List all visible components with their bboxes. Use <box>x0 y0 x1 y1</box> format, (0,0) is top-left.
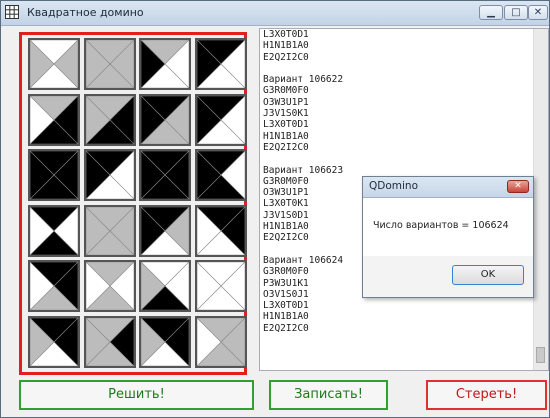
domino-tile[interactable] <box>28 93 80 146</box>
output-line: E2Q2I2C0 <box>263 141 309 153</box>
output-line: L3X0T0D1 <box>263 300 309 312</box>
output-line: H1N1B1A0 <box>263 130 309 142</box>
output-line: E2Q2I2C0 <box>263 232 309 244</box>
maximize-icon: □ <box>511 7 521 18</box>
dialog-close-button[interactable]: ✕ <box>507 180 529 193</box>
output-line: L3X0T0D1 <box>263 119 309 131</box>
domino-tile[interactable] <box>28 260 80 312</box>
domino-tile[interactable] <box>194 315 247 368</box>
output-line: P3W3U1K1 <box>263 277 309 289</box>
output-line: H1N1B1A0 <box>263 221 309 233</box>
domino-tile[interactable] <box>194 93 247 146</box>
close-icon: ✕ <box>514 181 522 191</box>
domino-tile[interactable] <box>194 204 247 257</box>
dialog-title-bar: QDomino ✕ <box>363 177 533 198</box>
output-line: O3W3U1P1 <box>263 187 309 199</box>
output-line: O3W3U1P1 <box>263 96 309 108</box>
output-line: E2Q2I2C0 <box>263 322 309 334</box>
domino-tile[interactable] <box>83 315 136 368</box>
ok-button[interactable]: OK <box>452 265 524 285</box>
output-line: L3X0T0K1 <box>263 198 309 210</box>
domino-tile[interactable] <box>139 93 191 146</box>
domino-tile[interactable] <box>194 38 247 90</box>
domino-tile[interactable] <box>83 93 136 146</box>
domino-tile[interactable] <box>83 38 136 90</box>
app-icon <box>5 5 19 19</box>
domino-tile[interactable] <box>28 204 80 257</box>
domino-tile[interactable] <box>28 315 80 368</box>
output-line: E2Q2I2C0 <box>263 51 309 63</box>
dialog-message: Число вариантов = 106624 <box>373 220 509 231</box>
write-button[interactable]: Записать! <box>269 380 388 410</box>
maximize-button[interactable]: □ <box>504 5 528 20</box>
domino-tile[interactable] <box>28 149 80 201</box>
message-dialog: QDomino ✕ Число вариантов = 106624 OK <box>362 176 534 298</box>
domino-tile[interactable] <box>83 260 136 312</box>
output-line: H1N1B1A0 <box>263 311 309 323</box>
output-line: Вариант 106624 <box>263 254 344 266</box>
domino-tile[interactable] <box>139 315 191 368</box>
close-icon: ✕ <box>533 7 543 18</box>
output-line: L3X0T0D1 <box>263 29 309 40</box>
results-lines: L3X0T0D1 H1N1B1A0 E2Q2I2C0 Вариант 106622 G… <box>263 29 343 334</box>
domino-tile[interactable] <box>28 38 80 90</box>
solve-button[interactable]: Решить! <box>19 380 254 410</box>
domino-board[interactable] <box>19 32 247 375</box>
output-line: Вариант 106622 <box>263 74 344 86</box>
window-title: Квадратное домино <box>27 6 144 19</box>
erase-button[interactable]: Стереть! <box>426 380 547 410</box>
dialog-body: Число вариантов = 106624 <box>363 198 533 256</box>
output-line: G3R0M0F0 <box>263 85 309 97</box>
output-line: J3V1S0D1 <box>263 209 309 221</box>
domino-tile[interactable] <box>139 38 191 90</box>
dialog-title: QDomino <box>369 180 418 192</box>
domino-tile[interactable] <box>139 260 191 312</box>
domino-tile[interactable] <box>139 204 191 257</box>
output-line: Вариант 106623 <box>263 164 344 176</box>
domino-tile[interactable] <box>194 260 247 312</box>
domino-tile[interactable] <box>83 204 136 257</box>
domino-tile[interactable] <box>194 149 247 201</box>
vertical-scrollbar[interactable] <box>533 29 548 370</box>
output-line: G3R0M0F0 <box>263 175 309 187</box>
domino-tile[interactable] <box>139 149 191 201</box>
minimize-icon: ▁ <box>487 7 495 18</box>
scrollbar-thumb[interactable] <box>536 347 545 363</box>
domino-tile[interactable] <box>83 149 136 201</box>
output-line: O3V1S0J1 <box>263 288 309 300</box>
title-bar: Квадратное домино ▁ □ ✕ <box>1 1 549 26</box>
output-line: H1N1B1A0 <box>263 40 309 52</box>
app-window: Квадратное домино ▁ □ ✕ L3X0T0D1 H1N1B1A0… <box>0 0 550 418</box>
close-button[interactable]: ✕ <box>528 5 548 20</box>
output-line: G3R0M0F0 <box>263 266 309 278</box>
output-line: J3V1S0K1 <box>263 108 309 120</box>
minimize-button[interactable]: ▁ <box>479 5 503 20</box>
